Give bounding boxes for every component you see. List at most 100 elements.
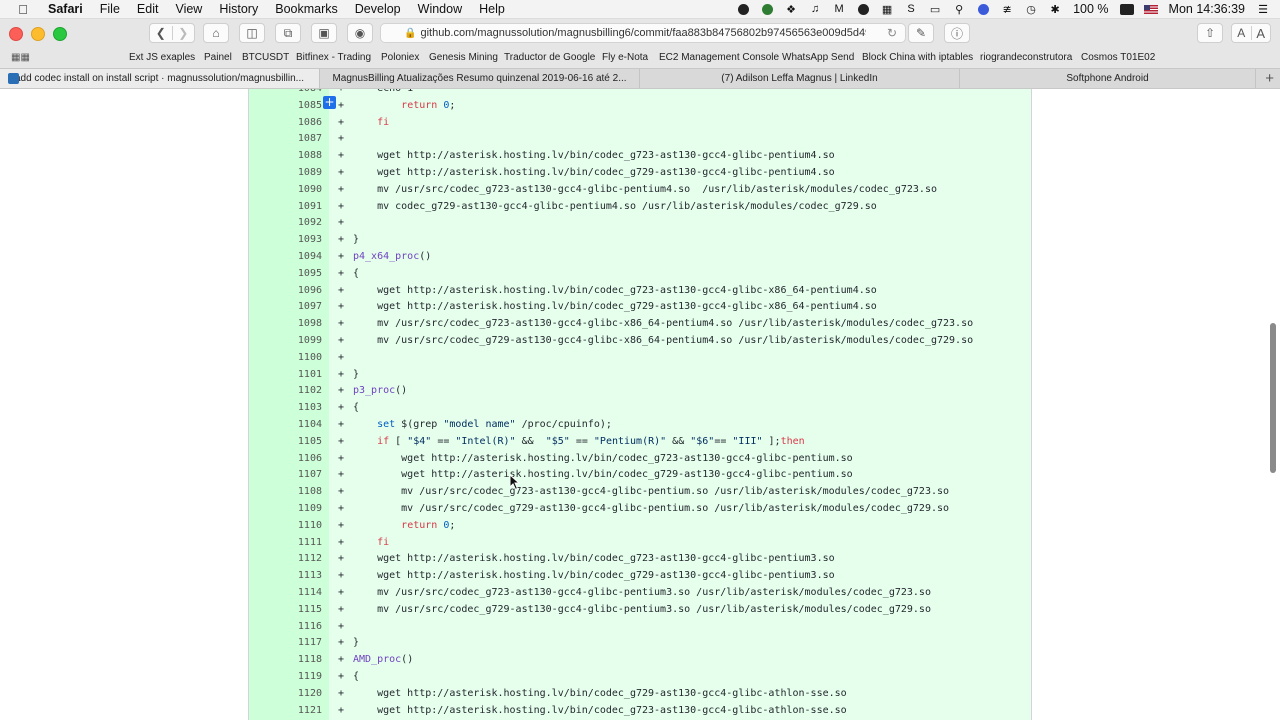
url-text[interactable]: github.com/magnussolution/magnusbilling6… (420, 27, 866, 39)
reader-button[interactable]: ▣ (311, 23, 337, 43)
apple-menu-icon[interactable]:  (14, 2, 32, 17)
markup-button[interactable]: ✎ (908, 23, 934, 43)
tab-softphone[interactable]: Softphone Android (960, 69, 1256, 88)
home-button[interactable]: ⌂ (203, 23, 229, 43)
bluetooth-icon[interactable]: ✱ (1048, 3, 1062, 16)
line-number[interactable]: 1121 (249, 703, 322, 720)
menu-view[interactable]: View (175, 2, 202, 16)
browser-status-icon[interactable] (976, 3, 990, 15)
forward-button[interactable]: ❯ (173, 26, 195, 40)
close-window-button[interactable] (9, 26, 23, 41)
display-icon[interactable]: ▭ (928, 3, 942, 16)
line-number[interactable]: 1084 (249, 89, 322, 98)
menu-app-name[interactable]: Safari (48, 2, 83, 16)
show-all-bookmarks-icon[interactable]: ▦▦ (11, 53, 30, 63)
line-number[interactable]: 1087 (249, 131, 322, 148)
line-number[interactable]: 1120 (249, 686, 322, 703)
line-number[interactable]: 1097 (249, 299, 322, 316)
line-number[interactable]: 1092 (249, 215, 322, 232)
line-number[interactable]: 1107 (249, 467, 322, 484)
menu-edit[interactable]: Edit (137, 2, 159, 16)
new-tab-button[interactable]: + (1265, 70, 1274, 87)
menu-bookmarks[interactable]: Bookmarks (275, 2, 338, 16)
font-larger-button[interactable]: A (1252, 26, 1271, 41)
us-flag-icon[interactable] (1143, 4, 1158, 14)
line-number[interactable]: 1086 (249, 115, 322, 132)
menu-history[interactable]: History (219, 2, 258, 16)
line-number[interactable]: 1098 (249, 316, 322, 333)
line-number[interactable]: 1118 (249, 652, 322, 669)
menu-window[interactable]: Window (418, 2, 462, 16)
record-icon[interactable] (736, 3, 750, 15)
line-number[interactable]: 1096 (249, 283, 322, 300)
line-number[interactable]: 1104 (249, 417, 322, 434)
share-button[interactable]: ⇧ (1197, 23, 1223, 43)
tab-magnusbilling-updates[interactable]: MagnusBilling Atualizações Resumo quinze… (320, 69, 640, 88)
bookmark-item[interactable]: Bitfinex - Trading (296, 52, 371, 63)
tab-linkedin[interactable]: (7) Adilson Leffa Magnus | LinkedIn (640, 69, 960, 88)
line-number[interactable]: 1085 (249, 98, 322, 115)
battery-icon[interactable] (1119, 3, 1134, 15)
bookmark-item[interactable]: Painel (204, 52, 232, 63)
zoom-window-button[interactable] (53, 26, 67, 41)
scrollbar-thumb[interactable] (1270, 323, 1276, 473)
extension-button[interactable]: ◉ (347, 23, 373, 43)
menu-help[interactable]: Help (479, 2, 505, 16)
line-number[interactable]: 1106 (249, 451, 322, 468)
time-machine-icon[interactable]: ◷ (1024, 3, 1038, 16)
line-number[interactable]: 1093 (249, 232, 322, 249)
bookmark-item[interactable]: Cosmos T01E02 (1081, 52, 1155, 63)
line-number[interactable]: 1110 (249, 518, 322, 535)
minimize-window-button[interactable] (31, 26, 45, 41)
bookmark-item[interactable]: Block China with iptables (862, 52, 973, 63)
battery-percentage[interactable]: 100 % (1073, 2, 1108, 16)
bookmark-item[interactable]: Fly e-Nota (602, 52, 648, 63)
line-number[interactable]: 1090 (249, 182, 322, 199)
search-icon[interactable]: ⚲ (952, 3, 966, 16)
line-number[interactable]: 1103 (249, 400, 322, 417)
menu-develop[interactable]: Develop (355, 2, 401, 16)
bookmark-item[interactable]: WhatsApp Send (782, 52, 854, 63)
line-number[interactable]: 1108 (249, 484, 322, 501)
line-number[interactable]: 1095 (249, 266, 322, 283)
font-smaller-button[interactable]: A (1232, 26, 1251, 40)
info-button[interactable]: ⓘ (944, 23, 970, 43)
line-number[interactable]: 1088 (249, 148, 322, 165)
clock[interactable]: Mon 14:36:39 (1169, 2, 1245, 16)
line-number[interactable]: 1111 (249, 535, 322, 552)
bookmark-item[interactable]: Poloniex (381, 52, 419, 63)
line-number[interactable]: 1094 (249, 249, 322, 266)
line-number[interactable]: 1112 (249, 551, 322, 568)
bookmark-item[interactable]: BTCUSDT (242, 52, 289, 63)
line-number[interactable]: 1117 (249, 635, 322, 652)
back-button[interactable]: ❮ (150, 26, 172, 40)
line-number[interactable]: 1091 (249, 199, 322, 216)
sidebar-button[interactable]: ◫ (239, 23, 265, 43)
tab-overview-button[interactable]: ⧉ (275, 23, 301, 43)
line-number[interactable]: 1114 (249, 585, 322, 602)
music-icon[interactable]: ♫ (808, 3, 822, 15)
wifi-icon[interactable]: ≇ (1000, 3, 1014, 16)
bookmark-item[interactable]: Ext JS exaples (129, 52, 195, 63)
line-number[interactable]: 1119 (249, 669, 322, 686)
menu-file[interactable]: File (100, 2, 120, 16)
line-number[interactable]: 1105 (249, 434, 322, 451)
screen-icon[interactable]: ▦ (880, 3, 894, 16)
line-number[interactable]: 1115 (249, 602, 322, 619)
notification-center-icon[interactable]: ☰ (1256, 3, 1270, 16)
line-number[interactable]: 1109 (249, 501, 322, 518)
bookmark-item[interactable]: riograndeconstrutora (980, 52, 1072, 63)
line-number[interactable]: 1099 (249, 333, 322, 350)
tab-github-commit[interactable]: add codec install on install script · ma… (0, 69, 320, 88)
line-number[interactable]: 1101 (249, 367, 322, 384)
reload-icon[interactable]: ↻ (887, 26, 897, 40)
app-status-icon[interactable] (760, 3, 774, 15)
address-bar[interactable]: 🔒 github.com/magnussolution/magnusbillin… (380, 23, 906, 43)
bookmark-item[interactable]: EC2 Management Console (659, 52, 779, 63)
dropbox-icon[interactable]: ❖ (784, 3, 798, 16)
mail-icon[interactable]: M (832, 3, 846, 15)
line-number[interactable]: 1100 (249, 350, 322, 367)
skype-icon[interactable]: S (904, 3, 918, 15)
line-number[interactable]: 1113 (249, 568, 322, 585)
line-number[interactable]: 1116 (249, 619, 322, 636)
